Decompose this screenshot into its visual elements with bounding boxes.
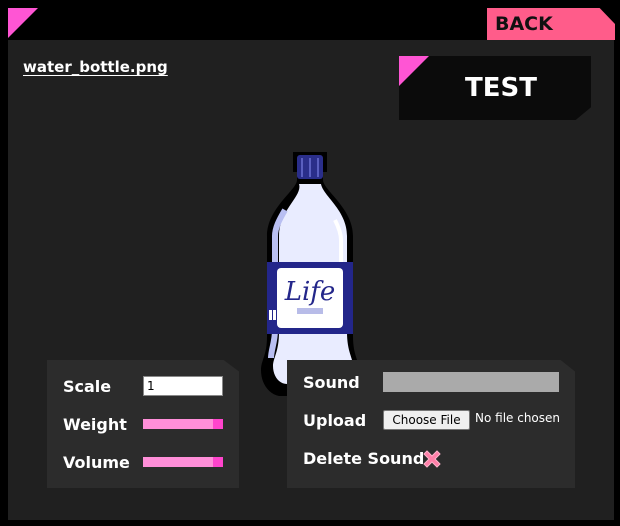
upload-label: Upload bbox=[303, 411, 367, 430]
scale-label: Scale bbox=[63, 377, 112, 396]
sound-label: Sound bbox=[303, 373, 360, 392]
test-button-accent bbox=[399, 56, 429, 86]
sound-selector[interactable] bbox=[383, 372, 559, 392]
weight-slider-thumb[interactable] bbox=[213, 419, 223, 429]
weight-slider[interactable] bbox=[143, 419, 223, 429]
delete-sound-label: Delete Sound bbox=[303, 449, 425, 468]
back-button[interactable]: BACK bbox=[487, 8, 615, 40]
volume-slider-fill bbox=[143, 457, 211, 467]
weight-slider-fill bbox=[143, 419, 211, 429]
volume-slider-thumb[interactable] bbox=[213, 457, 223, 467]
close-x-icon[interactable] bbox=[420, 447, 444, 471]
volume-slider[interactable] bbox=[143, 457, 223, 467]
scale-input[interactable] bbox=[143, 376, 223, 396]
weight-label: Weight bbox=[63, 415, 127, 434]
bottle-brand-text: Life bbox=[284, 277, 336, 307]
asset-filename: water_bottle.png bbox=[23, 58, 168, 76]
volume-label: Volume bbox=[63, 453, 130, 472]
corner-accent bbox=[8, 8, 38, 38]
choose-file-button[interactable]: Choose File bbox=[383, 410, 470, 430]
no-file-chosen-text: No file chosen bbox=[475, 411, 561, 425]
